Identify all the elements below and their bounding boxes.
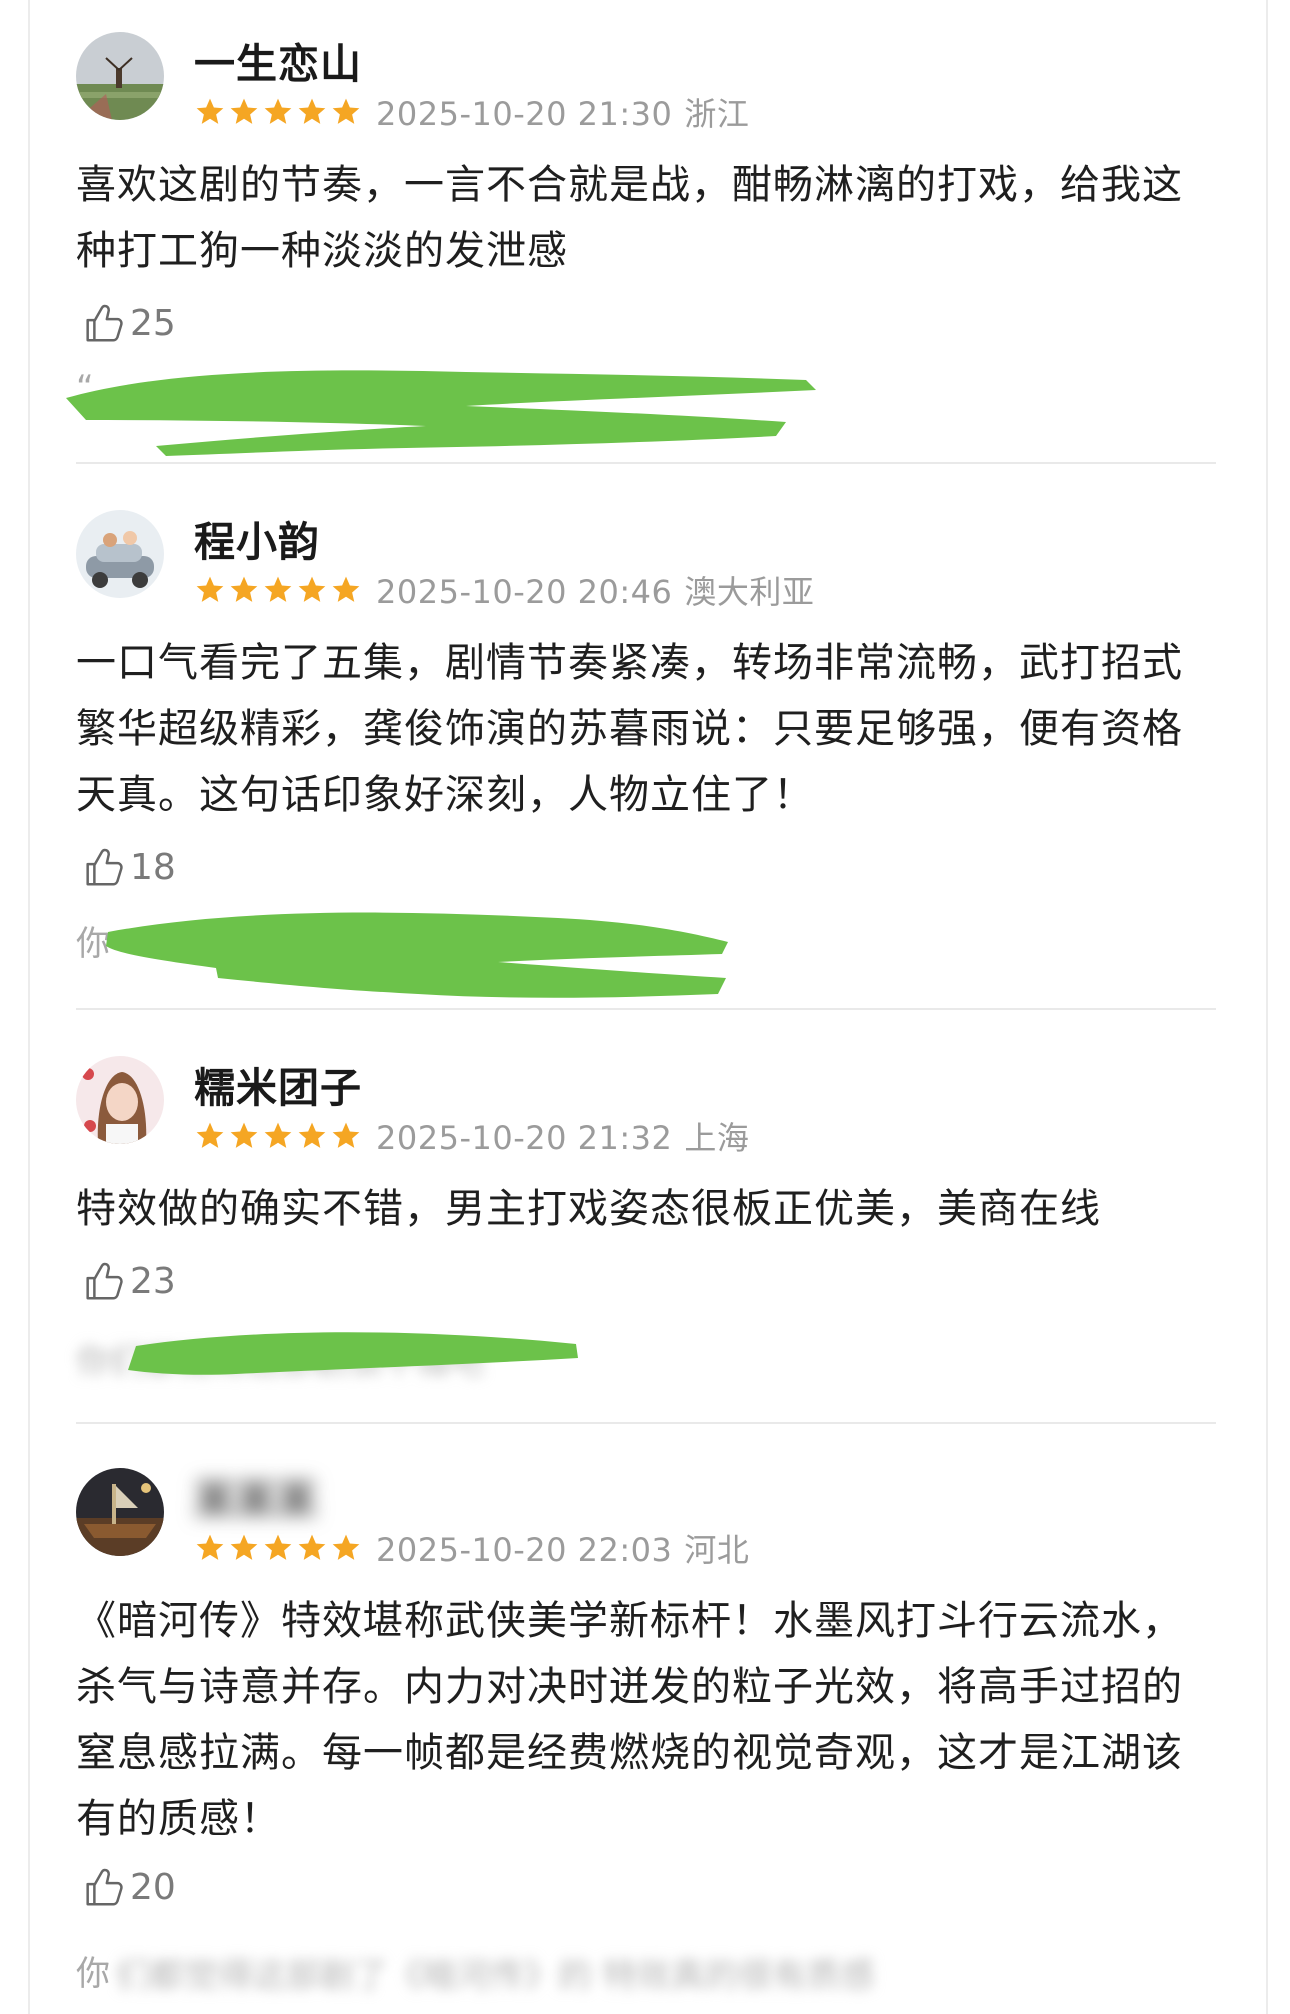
review-text: 《暗河传》特效堪称武侠美学新标杆！水墨风打斗行云流水，杀气与诗意并存。内力对决时…	[76, 1598, 1183, 1842]
star-icon	[264, 1534, 292, 1560]
star-icon	[196, 1534, 224, 1560]
star-icon	[264, 576, 292, 602]
star-icon	[230, 1122, 258, 1148]
ship-scene-avatar	[76, 1468, 164, 1556]
like-button[interactable]: 20	[80, 1862, 176, 1912]
star-icon	[298, 1534, 326, 1560]
avatar[interactable]	[76, 1468, 164, 1556]
star-icon	[230, 98, 258, 124]
rating-meta-row: 2025-10-20 20:46 澳大利亚	[194, 567, 814, 613]
star-icon	[230, 576, 258, 602]
windmill-landscape-avatar	[76, 32, 164, 120]
star-rating	[194, 1532, 362, 1564]
review-location: 上海	[684, 1119, 750, 1157]
star-rating	[194, 574, 362, 606]
cartoon-car-avatar	[76, 510, 164, 598]
review-location: 澳大利亚	[684, 573, 815, 611]
like-button[interactable]: 18	[80, 842, 176, 892]
right-frame-border	[1266, 0, 1268, 2014]
thumbs-up-icon	[86, 848, 123, 886]
star-icon	[332, 576, 360, 602]
blurred-reply-text: 们都觉得这部剧了《暗河传》的 特效真的很有质感	[116, 1956, 875, 1996]
review-location: 河北	[684, 1531, 750, 1569]
like-count: 23	[130, 1260, 176, 1302]
star-icon	[264, 98, 292, 124]
star-icon	[332, 98, 360, 124]
star-icon	[264, 1122, 292, 1148]
star-icon	[298, 98, 326, 124]
blurred-reply-preview[interactable]: 你们都觉得这部剧很不错吧	[76, 1334, 484, 1383]
star-icon	[196, 1122, 224, 1148]
thumbs-up-icon	[86, 304, 123, 342]
username-blur-mask: 某某某	[194, 1476, 317, 1524]
star-icon	[332, 1122, 360, 1148]
like-count: 18	[130, 846, 176, 888]
rating-meta-row: 2025-10-20 22:03 河北	[194, 1525, 749, 1571]
review-location: 浙江	[684, 95, 750, 133]
review-divider	[76, 462, 1216, 464]
review-divider	[76, 1008, 1216, 1010]
review-meta: 2025-10-20 20:46 澳大利亚	[376, 567, 814, 613]
review-text: 一口气看完了五集，剧情节奏紧凑，转场非常流畅，武打招式繁华超级精彩，龚俊饰演的苏…	[76, 640, 1183, 818]
review-datetime: 2025-10-20 21:32	[376, 1119, 673, 1157]
star-icon	[332, 1534, 360, 1560]
like-button[interactable]: 23	[80, 1256, 176, 1306]
like-button[interactable]: 25	[80, 298, 176, 348]
avatar[interactable]	[76, 510, 164, 598]
left-frame-border	[28, 0, 30, 2014]
thumbs-up-icon	[86, 1868, 123, 1906]
username[interactable]: 程小韵	[194, 508, 320, 568]
review-text: 喜欢这剧的节奏，一言不合就是战，酣畅淋漓的打戏，给我这种打工狗一种淡淡的发泄感	[76, 162, 1183, 274]
reply-preview[interactable]: 你	[76, 916, 110, 965]
green-redaction-scribble	[66, 370, 816, 456]
reply-preview[interactable]: “	[76, 368, 94, 408]
green-redaction-scribble	[106, 912, 728, 998]
username[interactable]: 糯米团子	[194, 1054, 362, 1114]
star-icon	[298, 1122, 326, 1148]
review-meta: 2025-10-20 22:03 河北	[376, 1525, 749, 1571]
review-meta: 2025-10-20 21:32 上海	[376, 1113, 749, 1159]
thumbs-up-icon	[86, 1262, 123, 1300]
reply-preview[interactable]: 你	[76, 1946, 110, 1995]
girl-portrait-avatar	[76, 1056, 164, 1144]
review-datetime: 2025-10-20 21:30	[376, 95, 673, 133]
username[interactable]: 一生恋山	[194, 30, 362, 90]
avatar[interactable]	[76, 32, 164, 120]
like-count: 20	[130, 1866, 176, 1908]
review-text: 特效做的确实不错，男主打戏姿态很板正优美，美商在线	[76, 1186, 1101, 1232]
star-rating	[194, 96, 362, 128]
rating-meta-row: 2025-10-20 21:30 浙江	[194, 89, 749, 135]
avatar[interactable]	[76, 1056, 164, 1144]
like-count: 25	[130, 302, 176, 344]
star-rating	[194, 1120, 362, 1152]
rating-meta-row: 2025-10-20 21:32 上海	[194, 1113, 749, 1159]
star-icon	[196, 98, 224, 124]
review-meta: 2025-10-20 21:30 浙江	[376, 89, 749, 135]
review-datetime: 2025-10-20 22:03	[376, 1531, 673, 1569]
star-icon	[298, 576, 326, 602]
star-icon	[196, 576, 224, 602]
review-divider	[76, 1422, 1216, 1424]
star-icon	[230, 1534, 258, 1560]
review-datetime: 2025-10-20 20:46	[376, 573, 673, 611]
